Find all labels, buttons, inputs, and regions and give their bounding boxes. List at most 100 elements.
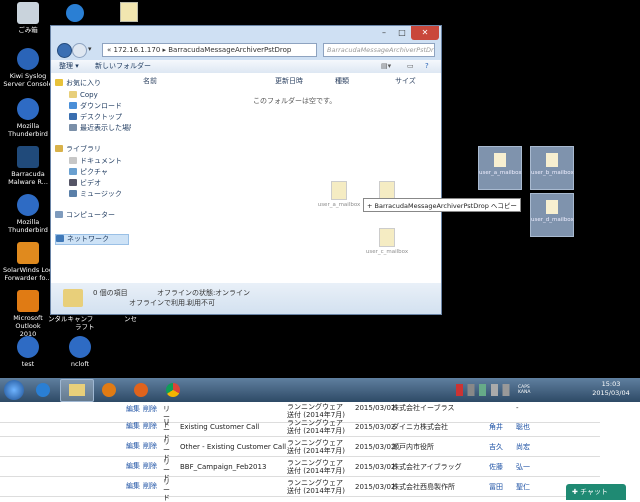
view-icon[interactable]: ▤▾ [381, 60, 391, 73]
desktop-icon-ie[interactable] [66, 4, 84, 22]
tray-icons[interactable] [456, 384, 514, 396]
delete-link[interactable]: 削除 [143, 442, 157, 450]
delete-link[interactable]: 削除 [143, 422, 157, 430]
search-input[interactable]: BarracudaMessageArchiverPstDrop の検索 [323, 43, 435, 57]
taskbar-explorer[interactable] [60, 379, 94, 402]
desktop-icon-test[interactable]: test [0, 336, 56, 368]
music-icon [69, 190, 77, 197]
desktop-icon-thunderbird[interactable]: Mozilla Thunderbird [0, 98, 56, 138]
dragged-file-ghost: user_d_mailbox [530, 193, 574, 237]
nav-item-desktop[interactable]: デスクトップ [69, 113, 122, 122]
chrome-icon [166, 383, 180, 397]
ime-indicator[interactable]: CAPS KANA [518, 385, 538, 395]
download-icon [69, 102, 77, 109]
company-cell: ダイニカ株式会社 [392, 423, 448, 431]
company-cell: 株式会社西島製作所 [392, 483, 455, 491]
status-bar: 0 個の項目 オフラインの状態: オンライン オフラインで利用... 利用不可 [51, 283, 441, 314]
taskbar-media-player[interactable] [96, 381, 122, 399]
edit-link[interactable]: 編集 [126, 462, 140, 470]
outlook-icon [17, 290, 39, 312]
nav-item-music[interactable]: ミュージック [69, 190, 122, 199]
nav-computer[interactable]: コンピューター [55, 211, 115, 220]
nav-favorites[interactable]: お気に入り [55, 79, 101, 88]
edit-link[interactable]: 編集 [126, 422, 140, 430]
edit-link[interactable]: 編集 [126, 482, 140, 490]
column-name[interactable]: 名前 [143, 76, 157, 86]
nav-item-documents[interactable]: ドキュメント [69, 157, 122, 166]
nav-item-copy[interactable]: Copy [69, 91, 98, 100]
recent-places-icon [69, 124, 77, 131]
desktop-icon-solarwinds[interactable]: SolarWinds Log Forwarder fo... [0, 242, 56, 282]
file-icon [379, 228, 395, 247]
forward-button[interactable] [72, 43, 87, 58]
campaign-name: Other - Existing Customer Call [180, 443, 287, 451]
ie-icon [36, 383, 50, 397]
file-list[interactable]: 名前 更新日時 種類 サイズ このフォルダーは空です。 user_a_mailb… [131, 73, 521, 283]
table-row: 編集 削除 リード Existing Customer Call ランニングウェ… [0, 416, 600, 442]
last-name-link[interactable]: 冨田 [489, 483, 503, 491]
desktop-icon-thunderbird-2[interactable]: Mozilla Thunderbird [0, 194, 56, 234]
last-name-link[interactable]: 佐藤 [489, 463, 503, 471]
recent-pages-dropdown[interactable]: ▾ [88, 45, 92, 53]
first-name-link[interactable]: 聡也 [516, 423, 530, 431]
folder-icon [63, 289, 83, 307]
first-name-link[interactable]: 聖仁 [516, 483, 530, 491]
folder-icon [69, 384, 85, 396]
chat-button[interactable]: ✚ チャット [566, 484, 626, 500]
taskbar-firefox[interactable] [128, 381, 154, 399]
campaign-name: Existing Customer Call [180, 423, 260, 431]
column-size[interactable]: サイズ [395, 76, 416, 86]
nav-item-pictures[interactable]: ピクチャ [69, 168, 108, 177]
edit-link[interactable]: 編集 [126, 405, 140, 413]
nav-network[interactable]: ネットワーク [55, 234, 129, 245]
desktop-icon-file[interactable] [120, 2, 138, 22]
table-row: 編集 削除 リード BBF_Campaign_Feb2013 ランニングウェア送… [0, 456, 600, 482]
start-button[interactable] [4, 380, 24, 400]
drag-tooltip: + BarracudaMessageArchiverPstDrop へコピー [363, 198, 521, 212]
desktop-icon-ncloft[interactable]: ncloft [52, 336, 108, 368]
clock[interactable]: 15:03 2015/03/04 [586, 380, 636, 398]
first-name-link[interactable]: 尚宏 [516, 443, 530, 451]
maximize-button[interactable]: □ [393, 26, 411, 40]
taskbar-ie[interactable] [30, 381, 56, 399]
desktop-icon [69, 113, 77, 120]
help-icon[interactable]: ? [425, 60, 429, 73]
browser-page: 編集 削除 リード ランニングウェア送付 (2014年7月) 2015/03/0… [0, 402, 640, 502]
date-cell: 2015/03/02 [355, 423, 396, 431]
desktop-icon-barracuda[interactable]: Barracuda Malware R... [0, 146, 56, 186]
taskbar-chrome[interactable] [160, 381, 186, 399]
new-folder-button[interactable]: 新しいフォルダー [95, 60, 151, 73]
delete-link[interactable]: 削除 [143, 405, 157, 413]
item-count: 0 個の項目 [93, 289, 128, 297]
campaign-detail: ランニングウェア送付 (2014年7月) [287, 459, 345, 475]
record-type: リード [163, 478, 170, 502]
delete-link[interactable]: 削除 [143, 482, 157, 490]
delete-link[interactable]: 削除 [143, 462, 157, 470]
column-modified[interactable]: 更新日時 [275, 76, 303, 86]
thunderbird-icon [17, 98, 39, 120]
dragged-file-ghost: user_a_mailbox [478, 146, 522, 190]
edit-link[interactable]: 編集 [126, 442, 140, 450]
table-row: 編集 削除 リード ランニングウェア送付 (2014年7月) 2015/03/0… [0, 476, 600, 502]
back-button[interactable] [57, 43, 72, 58]
company-cell: 瀬戸内市役所 [392, 443, 434, 451]
preview-pane-icon[interactable]: ▭ [407, 60, 414, 73]
star-icon [55, 79, 63, 86]
desktop-icon-kiwi[interactable]: Kiwi Syslog Server Console [0, 48, 56, 88]
desktop-icon-recycle-bin[interactable]: ごみ箱 [0, 2, 56, 34]
last-name-link[interactable]: 吉久 [489, 443, 503, 451]
nav-libraries[interactable]: ライブラリ [55, 145, 101, 154]
nav-item-recent[interactable]: 最近表示した場所 [69, 124, 136, 133]
first-name-link[interactable]: 弘一 [516, 463, 530, 471]
address-bar[interactable]: « 172.16.1.170 ▸ BarracudaMessageArchive… [102, 43, 317, 57]
offline-status-label: オフラインの状態: [157, 289, 216, 297]
minimize-button[interactable]: – [375, 26, 393, 40]
close-button[interactable]: ✕ [411, 26, 439, 40]
organize-menu[interactable]: 整理 ▾ [59, 60, 79, 73]
date-cell: 2015/03/02 [355, 404, 396, 412]
last-name-link[interactable]: 角井 [489, 423, 503, 431]
nav-item-downloads[interactable]: ダウンロード [69, 102, 122, 111]
column-type[interactable]: 種類 [335, 76, 349, 86]
thunderbird-icon [17, 336, 39, 358]
nav-item-videos[interactable]: ビデオ [69, 179, 101, 188]
